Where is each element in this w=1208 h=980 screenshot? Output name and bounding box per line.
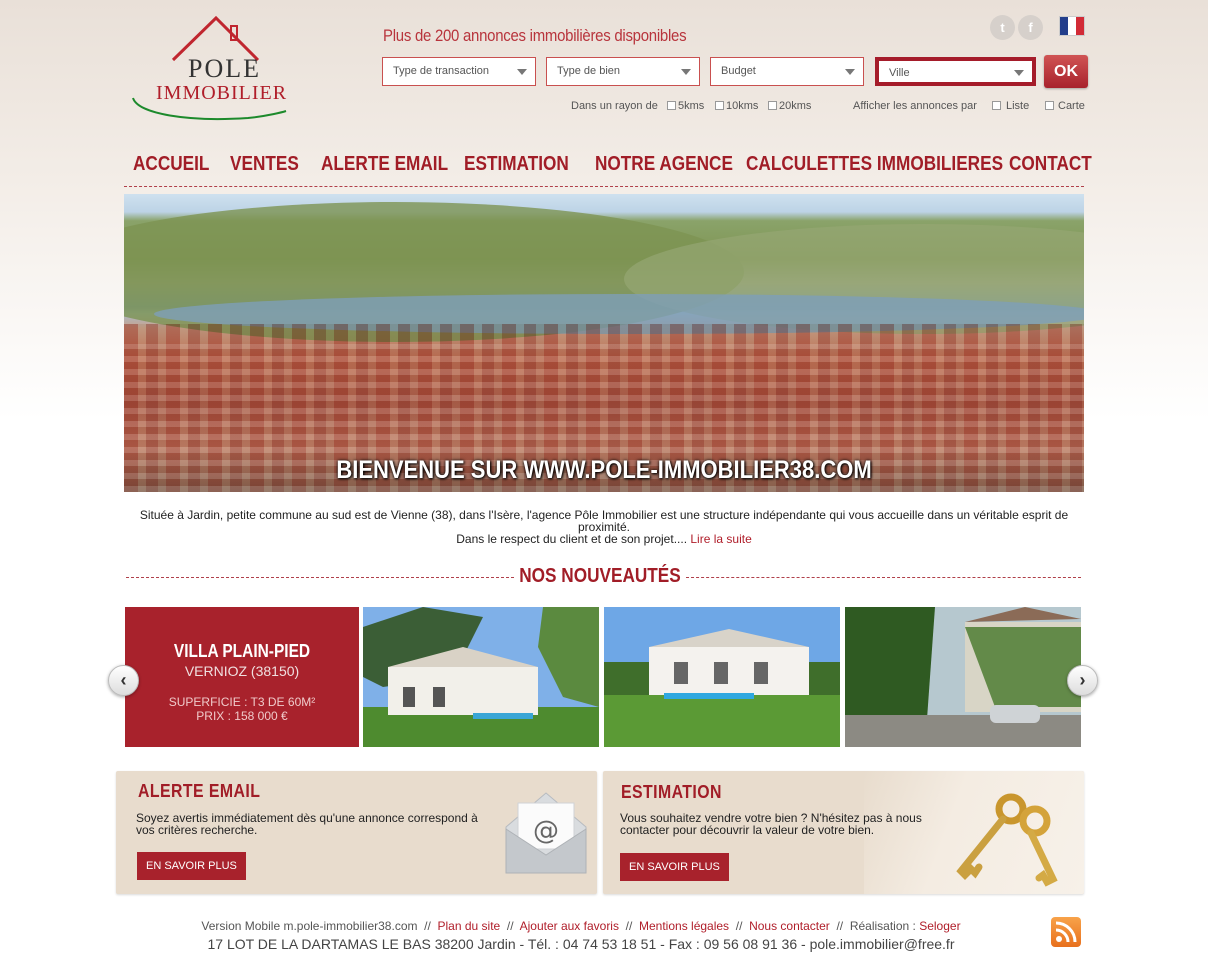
search-ok-button[interactable]: OK	[1044, 55, 1088, 88]
logo-text-pole: POLE	[188, 54, 261, 83]
estimation-text: Vous souhaitez vendre votre bien ? N'hés…	[620, 811, 922, 837]
radius-5km-checkbox[interactable]	[667, 101, 676, 110]
carousel-next-button[interactable]: ›	[1067, 665, 1098, 696]
nav-alerte-email[interactable]: ALERTE EMAIL	[321, 153, 448, 176]
alerte-email-title: ALERTE EMAIL	[138, 781, 261, 801]
facebook-icon[interactable]: f	[1018, 15, 1043, 40]
svg-text:@: @	[533, 816, 559, 846]
nav-accueil[interactable]: ACCUEIL	[133, 153, 209, 176]
featured-listing-card[interactable]: VILLA PLAIN-PIED VERNIOZ (38150) SUPERFI…	[125, 607, 359, 747]
property-type-value: Type de bien	[557, 65, 620, 77]
footer-links: Version Mobile m.pole-immobilier38.com /…	[124, 919, 1038, 933]
footer-separator: //	[735, 919, 743, 933]
main-nav: ACCUEIL VENTES ALERTE EMAIL ESTIMATION N…	[124, 153, 1092, 187]
section-divider-right	[686, 577, 1081, 578]
listing-photo[interactable]	[604, 607, 840, 747]
tagline: Plus de 200 annonces immobilières dispon…	[383, 26, 687, 45]
footer-address: 17 LOT DE LA DARTAMAS LE BAS 38200 Jardi…	[207, 936, 955, 952]
budget-value: Budget	[721, 65, 756, 77]
hero-title: BIENVENUE SUR WWW.POLE-IMMOBILIER38.COM	[336, 456, 872, 484]
footer-realisation-label: Réalisation :	[849, 919, 916, 933]
chevron-down-icon	[517, 69, 527, 75]
display-map-label: Carte	[1058, 100, 1085, 112]
intro-line-3: Dans le respect du client et de son proj…	[456, 532, 688, 546]
listing-photo[interactable]	[845, 607, 1081, 747]
city-select[interactable]: Ville	[875, 57, 1036, 86]
property-type-select[interactable]: Type de bien	[546, 57, 700, 86]
footer-legal-link[interactable]: Mentions légales	[639, 919, 729, 933]
footer-seloger-link[interactable]: Seloger	[919, 919, 960, 933]
listing-price: PRIX : 158 000 €	[196, 709, 288, 723]
rss-icon[interactable]	[1051, 917, 1081, 947]
hero-banner-image: BIENVENUE SUR WWW.POLE-IMMOBILIER38.COM	[124, 194, 1084, 492]
city-value: Ville	[889, 67, 910, 79]
radius-20km-label: 20kms	[779, 100, 812, 112]
transaction-type-select[interactable]: Type de transaction	[382, 57, 536, 86]
footer-mobile-version[interactable]: Version Mobile m.pole-immobilier38.com	[201, 919, 417, 933]
footer-separator: //	[625, 919, 633, 933]
footer-contact-link[interactable]: Nous contacter	[749, 919, 830, 933]
chevron-down-icon	[1014, 70, 1024, 76]
footer-separator: //	[836, 919, 844, 933]
transaction-type-value: Type de transaction	[393, 65, 490, 77]
radius-20km-checkbox[interactable]	[768, 101, 777, 110]
estimation-title: ESTIMATION	[621, 782, 722, 802]
intro-text: Située à Jardin, petite commune au sud e…	[124, 509, 1084, 545]
display-map-option[interactable]: Carte	[1045, 100, 1085, 112]
budget-select[interactable]: Budget	[710, 57, 864, 86]
estimation-more-button[interactable]: EN SAVOIR PLUS	[620, 853, 729, 881]
radius-label: Dans un rayon de	[571, 100, 658, 112]
display-list-label: Liste	[1006, 100, 1030, 112]
footer-separator: //	[506, 919, 514, 933]
nav-estimation[interactable]: ESTIMATION	[464, 153, 569, 176]
radius-5km-option[interactable]: 5kms	[667, 100, 704, 112]
listing-location: VERNIOZ (38150)	[184, 663, 300, 679]
alerte-email-box: ALERTE EMAIL Soyez avertis immédiatement…	[116, 771, 597, 894]
chevron-right-icon: ›	[1079, 670, 1086, 690]
alerte-email-more-button[interactable]: EN SAVOIR PLUS	[137, 852, 246, 880]
logo[interactable]: POLE IMMOBILIER	[128, 14, 290, 126]
display-list-checkbox[interactable]	[992, 101, 1001, 110]
nav-contact[interactable]: CONTACT	[1009, 153, 1092, 176]
radius-10km-option[interactable]: 10kms	[715, 100, 758, 112]
chevron-down-icon	[681, 69, 691, 75]
radius-10km-label: 10kms	[726, 100, 759, 112]
estimation-box: ESTIMATION Vous souhaitez vendre votre b…	[603, 771, 1084, 894]
twitter-icon[interactable]: t	[990, 15, 1015, 40]
alerte-email-text: Soyez avertis immédiatement dès qu'une a…	[136, 811, 478, 837]
french-flag-icon[interactable]	[1059, 16, 1085, 36]
house-keys-icon	[956, 793, 1058, 887]
listing-surface: SUPERFICIE : T3 DE 60M²	[168, 695, 316, 709]
nav-ventes[interactable]: VENTES	[230, 153, 299, 176]
nav-notre-agence[interactable]: NOTRE AGENCE	[595, 153, 733, 176]
display-map-checkbox[interactable]	[1045, 101, 1054, 110]
radius-5km-label: 5kms	[678, 100, 705, 112]
radius-20km-option[interactable]: 20kms	[768, 100, 811, 112]
footer-separator: //	[424, 919, 431, 933]
footer-favorites-link[interactable]: Ajouter aux favoris	[520, 919, 619, 933]
chevron-left-icon: ‹	[120, 670, 127, 690]
listing-photo[interactable]	[363, 607, 599, 747]
section-divider-left	[126, 577, 514, 578]
email-envelope-icon: @	[505, 792, 587, 874]
listing-title: VILLA PLAIN-PIED	[173, 641, 311, 661]
chevron-down-icon	[845, 69, 855, 75]
display-mode-label: Afficher les annonces par	[853, 100, 977, 112]
logo-text-immobilier: IMMOBILIER	[156, 82, 288, 104]
display-list-option[interactable]: Liste	[992, 100, 1029, 112]
read-more-link[interactable]: Lire la suite	[690, 532, 751, 546]
carousel-prev-button[interactable]: ‹	[108, 665, 139, 696]
nav-calculettes[interactable]: CALCULETTES IMMOBILIERES	[746, 153, 1003, 176]
footer-sitemap-link[interactable]: Plan du site	[438, 919, 501, 933]
nouveautes-title: NOS NOUVEAUTÉS	[519, 565, 681, 587]
radius-10km-checkbox[interactable]	[715, 101, 724, 110]
